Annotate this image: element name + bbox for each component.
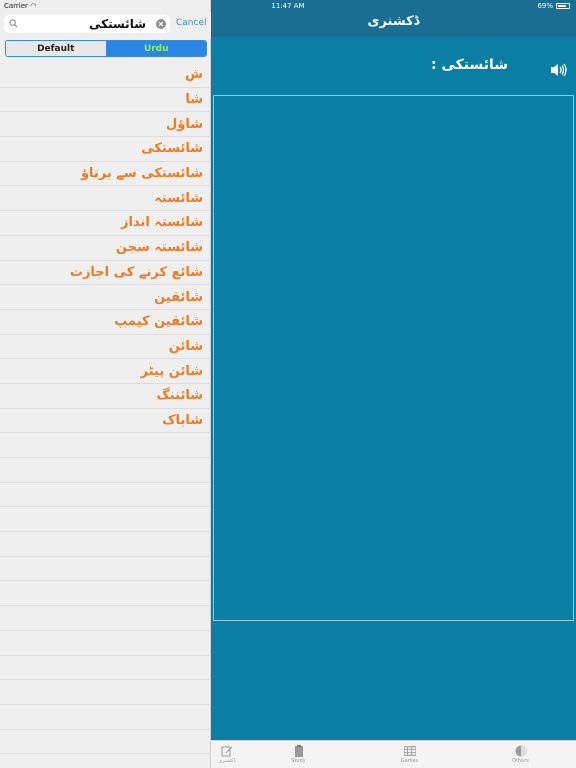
- clear-icon[interactable]: [156, 19, 166, 29]
- empty-row: [0, 507, 211, 533]
- meaning-box: [213, 95, 574, 621]
- list-item-word: شائستہ سجن: [115, 240, 203, 256]
- search-box[interactable]: [4, 15, 170, 33]
- list-item-word: شاباک: [162, 412, 203, 428]
- speaker-icon[interactable]: [550, 63, 568, 77]
- list-item[interactable]: شائقین: [0, 285, 211, 310]
- search-icon: [9, 19, 18, 28]
- list-item[interactable]: ش: [0, 63, 211, 88]
- tab-label: Others: [512, 758, 529, 764]
- search-bar: Cancel: [0, 12, 211, 38]
- empty-row: [0, 458, 211, 483]
- tab-others[interactable]: Others: [465, 741, 576, 768]
- list-item-word: شائستہ انداز: [120, 215, 203, 231]
- list-item[interactable]: شاؤل: [0, 112, 211, 138]
- list-item[interactable]: شائستکی: [0, 137, 211, 162]
- battery-icon: [556, 3, 570, 9]
- list-item-word: شائننگ: [156, 388, 203, 404]
- empty-row: [0, 656, 211, 681]
- empty-row: [0, 532, 211, 557]
- tab-label: ڈکشنری: [218, 758, 236, 764]
- list-item[interactable]: شائن: [0, 335, 211, 360]
- search-panel: Cancel Default Urdu ش شا شاؤل شائستکی شائستک…: [0, 0, 211, 768]
- list-item-word: شا: [185, 92, 203, 108]
- list-item-word: شائستکی: [141, 141, 203, 157]
- status-time: 11:47 AM: [271, 2, 305, 10]
- others-icon: [515, 745, 526, 757]
- list-item[interactable]: شاباک: [0, 409, 211, 434]
- list-item[interactable]: شائستہ سجن: [0, 236, 211, 261]
- empty-row: [0, 730, 211, 755]
- list-item-word: شاؤل: [165, 116, 203, 132]
- list-item[interactable]: شائقین کیمپ: [0, 310, 211, 335]
- selected-word: شائستکی :: [430, 57, 508, 73]
- list-item-word: ش: [185, 67, 203, 83]
- battery-indicator: 69%: [537, 2, 570, 10]
- cancel-button[interactable]: Cancel: [176, 18, 207, 28]
- list-item[interactable]: شا: [0, 88, 211, 113]
- tab-label: Games: [400, 758, 419, 764]
- detail-pane: شائستکی :: [211, 37, 576, 740]
- tab-games[interactable]: Games: [354, 741, 465, 768]
- list-item-word: شائقین: [154, 289, 203, 305]
- list-item-word: شائن: [168, 338, 203, 354]
- tab-study[interactable]: Study: [243, 741, 354, 768]
- page-title: ڈکشنری: [367, 14, 420, 29]
- empty-row: [0, 483, 211, 508]
- tab-bar: ڈکشنری Study Games Others: [211, 740, 576, 768]
- list-item-word: شائن پیٹر: [140, 363, 203, 379]
- empty-row: [0, 754, 211, 768]
- tab-label: Study: [291, 758, 306, 764]
- list-item[interactable]: شائن پیٹر: [0, 359, 211, 384]
- list-item-word: شائع کرنے کی اجازت: [69, 264, 203, 280]
- status-bar: Carrier ◠ 11:47 AM 69%: [0, 0, 576, 12]
- games-icon: [403, 746, 416, 756]
- list-item[interactable]: شائستہ انداز: [0, 211, 211, 236]
- empty-row: [0, 433, 211, 458]
- list-item[interactable]: شائع کرنے کی اجازت: [0, 261, 211, 286]
- empty-row: [0, 606, 211, 631]
- empty-row: [0, 680, 211, 705]
- list-item[interactable]: شائننگ: [0, 384, 211, 409]
- list-item-word: شائستکی سے برتاؤ: [80, 166, 203, 182]
- tab-dictionary[interactable]: ڈکشنری: [211, 741, 243, 768]
- language-segmented-control: Default Urdu: [5, 40, 207, 57]
- empty-row: [0, 581, 211, 607]
- segment-urdu[interactable]: Urdu: [106, 41, 206, 56]
- segment-default[interactable]: Default: [6, 41, 107, 56]
- list-item-word: شائقین کیمپ: [114, 314, 203, 330]
- results-list: ش شا شاؤل شائستکی شائستکی سے برتاؤ شائستہ شائس…: [0, 63, 211, 768]
- study-icon: [294, 745, 303, 757]
- empty-row: [0, 631, 211, 656]
- empty-row: [0, 557, 211, 582]
- dictionary-icon: [221, 746, 233, 757]
- empty-row: [0, 705, 211, 730]
- list-item[interactable]: شائستہ: [0, 186, 211, 212]
- list-item[interactable]: شائستکی سے برتاؤ: [0, 162, 211, 187]
- list-item-word: شائستہ: [154, 190, 203, 206]
- search-input[interactable]: [20, 16, 146, 32]
